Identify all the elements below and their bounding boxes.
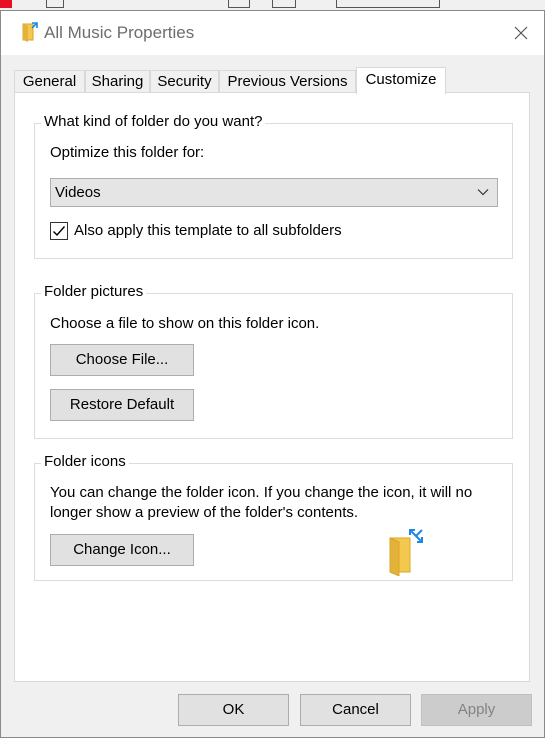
customize-panel: What kind of folder do you want? Optimiz… — [14, 92, 530, 682]
folder-type-group: What kind of folder do you want? Optimiz… — [34, 113, 513, 259]
window-title: All Music Properties — [44, 23, 195, 42]
close-icon — [514, 26, 528, 40]
properties-dialog: All Music Properties General Sharing Sec… — [0, 10, 545, 738]
group-title: Folder icons — [41, 453, 129, 470]
close-button[interactable] — [498, 11, 544, 55]
folder-preview-icon — [389, 529, 423, 576]
background-toolbar-field — [336, 0, 440, 8]
tab-previous-versions[interactable]: Previous Versions — [219, 70, 356, 93]
apply-button[interactable]: Apply — [421, 694, 532, 726]
folder-pictures-description: Choose a file to show on this folder ico… — [50, 315, 320, 332]
cancel-button[interactable]: Cancel — [300, 694, 411, 726]
group-title: Folder pictures — [41, 283, 147, 300]
change-icon-button[interactable]: Change Icon... — [50, 534, 194, 566]
background-toolbar-button — [272, 0, 296, 8]
optimize-select[interactable]: Videos — [50, 178, 498, 207]
checkmark-icon — [53, 226, 66, 237]
background-toolbar-button — [46, 0, 64, 8]
folder-icons-group: Folder icons You can change the folder i… — [34, 453, 513, 581]
chevron-down-icon — [477, 189, 489, 196]
folder-pictures-group: Folder pictures Choose a file to show on… — [34, 283, 513, 439]
folder-icons-description-line1: You can change the folder icon. If you c… — [50, 484, 473, 501]
group-title: What kind of folder do you want? — [41, 113, 266, 130]
tab-general[interactable]: General — [14, 70, 85, 93]
folder-icon — [22, 22, 38, 42]
apply-subfolders-checkbox[interactable] — [50, 222, 68, 240]
optimize-label: Optimize this folder for: — [50, 144, 205, 161]
tab-security[interactable]: Security — [150, 70, 219, 93]
background-toolbar-button — [228, 0, 250, 8]
tab-customize[interactable]: Customize — [356, 67, 446, 94]
folder-icons-description-line2: longer show a preview of the folder's co… — [50, 504, 359, 521]
apply-subfolders-label[interactable]: Also apply this template to all subfolde… — [74, 222, 342, 239]
tab-sharing[interactable]: Sharing — [85, 70, 150, 93]
choose-file-button[interactable]: Choose File... — [50, 344, 194, 376]
title-bar: All Music Properties — [1, 11, 544, 55]
restore-default-button[interactable]: Restore Default — [50, 389, 194, 421]
background-app-accent — [0, 0, 12, 8]
optimize-select-value: Videos — [55, 184, 101, 201]
ok-button[interactable]: OK — [178, 694, 289, 726]
